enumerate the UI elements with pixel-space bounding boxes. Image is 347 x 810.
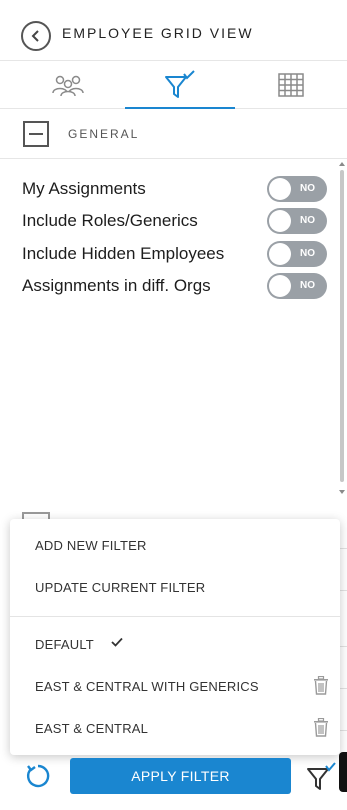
scroll-down-arrow-icon[interactable]	[339, 490, 345, 494]
trash-icon[interactable]	[313, 676, 329, 695]
scrollbar[interactable]	[338, 162, 346, 498]
apply-filter-button[interactable]: APPLY FILTER	[70, 758, 291, 794]
header-bar: EMPLOYEE GRID VIEW	[0, 0, 347, 61]
tab-people[interactable]	[10, 61, 125, 109]
include-hidden-toggle[interactable]: NO	[267, 241, 327, 267]
filter-check-icon[interactable]	[306, 760, 336, 792]
tab-filter[interactable]	[125, 61, 235, 109]
toggle-row-diff-orgs: Assignments in diff. Orgs NO	[22, 273, 332, 299]
toggle-state: NO	[300, 280, 315, 291]
scroll-thumb[interactable]	[340, 170, 344, 482]
toggle-label: My Assignments	[22, 179, 146, 198]
grid-icon	[278, 73, 304, 97]
toggle-knob	[269, 275, 291, 297]
page-title: EMPLOYEE GRID VIEW	[62, 25, 254, 41]
trash-icon[interactable]	[313, 718, 329, 737]
footer-bar: APPLY FILTER	[0, 752, 347, 810]
toggle-state: NO	[300, 183, 315, 194]
toggle-state: NO	[300, 215, 315, 226]
menu-item-add-new-filter[interactable]: ADD NEW FILTER	[35, 538, 147, 553]
menu-divider	[10, 616, 340, 617]
section-title: GENERAL	[68, 127, 140, 141]
toggle-row-include-hidden: Include Hidden Employees NO	[22, 241, 332, 267]
toggle-knob	[269, 243, 291, 265]
back-button[interactable]	[21, 21, 51, 51]
toggle-label: Include Roles/Generics	[22, 211, 198, 230]
tab-bar	[0, 61, 347, 109]
menu-item-update-current-filter[interactable]: UPDATE CURRENT FILTER	[35, 580, 205, 595]
filter-check-icon	[165, 70, 195, 98]
scroll-up-arrow-icon[interactable]	[339, 162, 345, 166]
check-icon	[111, 637, 123, 647]
collapse-icon[interactable]	[23, 121, 49, 147]
menu-item-filter-east-central[interactable]: EAST & CENTRAL	[35, 721, 148, 736]
side-panel-edge	[339, 752, 347, 792]
reset-icon[interactable]	[24, 762, 52, 790]
chevron-left-icon	[31, 30, 39, 42]
toggle-row-my-assignments: My Assignments NO	[22, 176, 332, 202]
menu-item-filter-east-central-generics[interactable]: EAST & CENTRAL WITH GENERICS	[35, 679, 259, 694]
toggle-row-include-roles: Include Roles/Generics NO	[22, 208, 332, 234]
toggle-knob	[269, 210, 291, 232]
section-header-general[interactable]: GENERAL	[0, 109, 347, 159]
toggle-knob	[269, 178, 291, 200]
include-roles-toggle[interactable]: NO	[267, 208, 327, 234]
menu-item-filter-default[interactable]: DEFAULT	[35, 637, 94, 652]
toggle-state: NO	[300, 248, 315, 259]
filter-menu-dropdown: ADD NEW FILTER UPDATE CURRENT FILTER DEF…	[10, 519, 340, 755]
toggle-label: Include Hidden Employees	[22, 244, 225, 263]
diff-orgs-toggle[interactable]: NO	[267, 273, 327, 299]
my-assignments-toggle[interactable]: NO	[267, 176, 327, 202]
tab-grid[interactable]	[235, 61, 347, 109]
people-icon	[51, 75, 84, 97]
toggle-label: Assignments in diff. Orgs	[22, 276, 211, 295]
